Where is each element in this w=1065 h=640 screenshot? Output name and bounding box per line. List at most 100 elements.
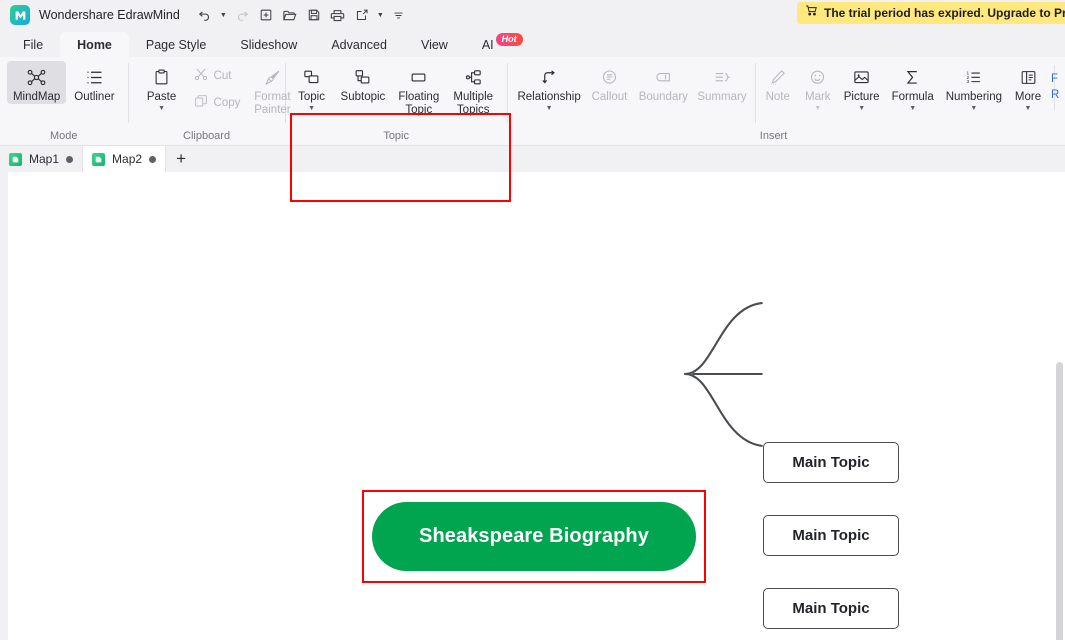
doc-tab-map2-modified-dot[interactable] (149, 155, 157, 163)
format-painter-icon (263, 65, 282, 89)
summary-button[interactable]: Summary (693, 61, 751, 104)
copy-icon (193, 93, 209, 114)
numbering-dropdown-caret-icon[interactable]: ▼ (970, 105, 977, 113)
doc-tab-map1-label: Map1 (29, 152, 60, 166)
formula-sigma-icon (903, 65, 922, 89)
note-label: Note (765, 91, 790, 103)
mark-button[interactable]: Mark ▼ (798, 61, 838, 113)
trial-banner-text: The trial period has expired. Upgrade to… (824, 6, 1065, 20)
tab-page-style[interactable]: Page Style (129, 32, 223, 57)
more-insert-button[interactable]: More ▼ (1008, 61, 1048, 113)
picture-dropdown-caret-icon[interactable]: ▼ (858, 105, 865, 113)
main-topic-node-3[interactable]: Main Topic (763, 588, 899, 629)
doc-tab-map2-label: Map2 (112, 152, 143, 166)
mark-label: Mark (804, 91, 831, 103)
mark-smiley-icon (808, 65, 827, 89)
tab-file[interactable]: File (6, 32, 60, 57)
picture-button[interactable]: Picture ▼ (838, 61, 886, 113)
doc-tab-map2[interactable]: Map2 (83, 146, 167, 172)
edrawmind-logo-icon (10, 5, 30, 25)
tab-advanced[interactable]: Advanced (314, 32, 404, 57)
app-title: Wondershare EdrawMind (39, 8, 180, 22)
callout-label: Callout (591, 91, 628, 103)
mindmap-canvas[interactable]: Sheakspeare Biography Main Topic Main To… (8, 172, 1065, 640)
floating-topic-label: Floating Topic (398, 91, 440, 116)
ribbon-group-label-topic: Topic (383, 130, 409, 142)
new-file-button[interactable] (255, 4, 277, 26)
boundary-button[interactable]: Boundary (634, 61, 692, 104)
find-replace-line1: F (1051, 73, 1059, 85)
redo-button[interactable] (231, 4, 253, 26)
undo-button[interactable] (194, 4, 216, 26)
multiple-topics-button[interactable]: Multiple Topics (446, 61, 500, 117)
tab-home[interactable]: Home (60, 32, 129, 57)
topic-dropdown-caret-icon[interactable]: ▼ (308, 105, 315, 113)
note-button[interactable]: Note (758, 61, 798, 104)
central-topic-node[interactable]: Sheakspeare Biography (372, 502, 696, 571)
trial-expired-banner[interactable]: The trial period has expired. Upgrade to… (797, 2, 1065, 24)
main-topic-node-2[interactable]: Main Topic (763, 515, 899, 556)
mindmap-label: MindMap (12, 91, 61, 103)
outliner-button[interactable]: Outliner (68, 61, 120, 104)
main-topic-label: Main Topic (792, 527, 870, 544)
more-insert-label: More (1014, 91, 1042, 103)
tab-slideshow[interactable]: Slideshow (223, 32, 314, 57)
mark-dropdown-caret-icon[interactable]: ▼ (814, 105, 821, 113)
numbering-button[interactable]: 1 2 3 Numbering ▼ (940, 61, 1008, 113)
cut-label: Cut (213, 70, 232, 82)
relationship-dropdown-caret-icon[interactable]: ▼ (546, 105, 553, 113)
subtopic-button[interactable]: Subtopic (335, 61, 392, 104)
relationship-label: Relationship (517, 91, 581, 103)
ribbon-group-topic: Topic ▼ Subtopic Floating Topic Multiple… (286, 57, 507, 145)
tab-ai[interactable]: AI Hot (465, 32, 529, 57)
copy-label: Copy (213, 97, 241, 109)
formula-dropdown-caret-icon[interactable]: ▼ (909, 105, 916, 113)
numbering-label: Numbering (945, 91, 1002, 103)
export-share-button[interactable] (351, 4, 373, 26)
open-folder-button[interactable] (279, 4, 301, 26)
callout-button[interactable]: Callout (585, 61, 633, 104)
customize-qat-button[interactable] (388, 4, 410, 26)
paste-button[interactable]: Paste ▼ (139, 61, 185, 113)
multiple-topics-icon (464, 65, 483, 89)
print-button[interactable] (327, 4, 349, 26)
main-topic-node-1[interactable]: Main Topic (763, 442, 899, 483)
topic-button[interactable]: Topic ▼ (290, 61, 334, 113)
floating-topic-button[interactable]: Floating Topic (392, 61, 445, 117)
ribbon-group-clipboard: Paste ▼ Cut Copy Format Painter Clipboar… (129, 57, 291, 145)
subtopic-label: Subtopic (340, 91, 386, 103)
svg-text:3: 3 (967, 79, 970, 85)
undo-dropdown-caret-icon[interactable]: ▼ (218, 4, 229, 26)
paste-icon (152, 65, 171, 89)
export-dropdown-caret-icon[interactable]: ▼ (375, 4, 386, 26)
ribbon-group-label-mode: Mode (50, 130, 78, 142)
tab-view[interactable]: View (404, 32, 465, 57)
ribbon-group-label-clipboard: Clipboard (183, 130, 231, 142)
multiple-topics-label: Multiple Topics (453, 91, 494, 116)
find-replace-line2: R (1051, 89, 1060, 101)
ribbon-group-label-insert: Insert (759, 130, 788, 142)
menu-bar: File Home Page Style Slideshow Advanced … (0, 30, 1065, 57)
ribbon-group-insert: Note Mark ▼ Picture ▼ Formula ▼ 1 2 3 Nu… (756, 57, 1065, 145)
relationship-button[interactable]: Relationship ▼ (514, 61, 585, 113)
paste-dropdown-caret-icon[interactable]: ▼ (158, 105, 165, 113)
quick-access-toolbar: ▼ ▼ (194, 4, 410, 26)
find-replace-button[interactable]: F R (1051, 71, 1065, 103)
edrawmind-window: Wondershare EdrawMind ▼ ▼ The trial peri… (0, 0, 1065, 640)
more-insert-dropdown-caret-icon[interactable]: ▼ (1025, 105, 1032, 113)
canvas-vertical-scrollbar[interactable] (1056, 362, 1063, 640)
floating-topic-icon (409, 65, 428, 89)
copy-button[interactable]: Copy (187, 90, 247, 117)
new-tab-button[interactable]: + (166, 146, 196, 172)
doc-tab-map1[interactable]: Map1 (0, 146, 84, 172)
summary-label: Summary (697, 91, 747, 103)
ribbon-group-label-relationship (508, 128, 755, 145)
document-icon (9, 152, 22, 166)
cut-button[interactable]: Cut (187, 63, 247, 90)
formula-button[interactable]: Formula ▼ (886, 61, 940, 113)
save-button[interactable] (303, 4, 325, 26)
doc-tab-map1-modified-dot[interactable] (66, 155, 74, 163)
paste-label: Paste (146, 91, 177, 103)
mindmap-button[interactable]: MindMap (6, 61, 67, 104)
document-tab-bar: Map1 Map2 + (0, 146, 1065, 172)
